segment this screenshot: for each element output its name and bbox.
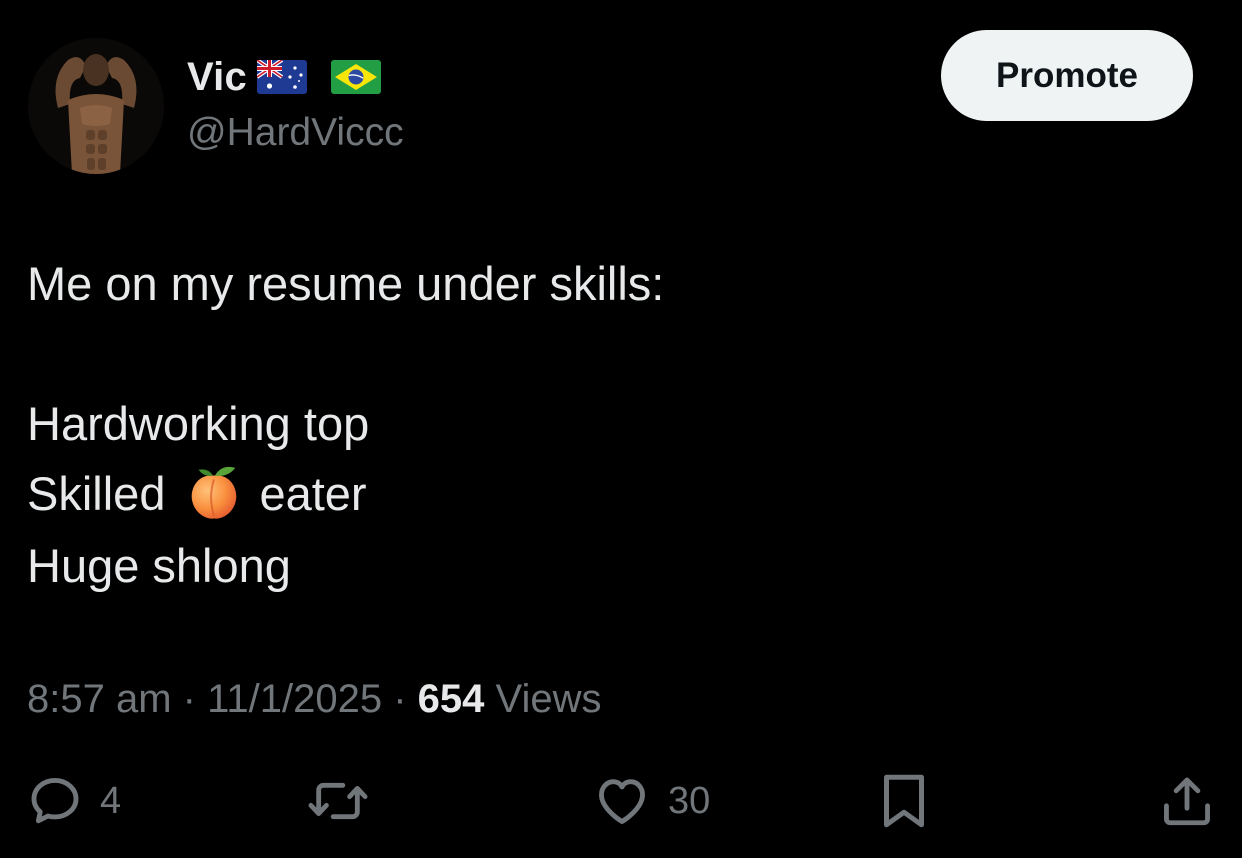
reply-count: 4 [100, 779, 122, 822]
tweet-text-line: Hardworking top [27, 396, 370, 450]
peach-emoji-icon [192, 466, 237, 519]
heart-icon [599, 779, 645, 824]
repost-button[interactable] [305, 770, 387, 832]
meta-separator: · [182, 677, 196, 721]
views-count[interactable]: 654 [418, 677, 485, 721]
australia-flag-icon [256, 60, 307, 94]
tweet-date[interactable]: 11/1/2025 [207, 677, 382, 721]
tweet-text-line: Huge shlong [27, 538, 291, 592]
share-icon [1164, 777, 1210, 826]
display-name-row: Vic [187, 52, 381, 102]
tweet-text-segment: Skilled [27, 466, 166, 520]
user-handle[interactable]: @HardViccc [187, 111, 404, 155]
repost-icon [308, 782, 368, 820]
tweet-time[interactable]: 8:57 am [27, 677, 172, 721]
promote-button[interactable]: Promote [941, 30, 1193, 121]
brazil-flag-icon [330, 60, 381, 94]
reply-button[interactable]: 4 [26, 770, 121, 832]
reply-icon [31, 778, 79, 824]
tweet-meta: 8:57 am · 11/1/2025 · 654 Views [27, 677, 602, 722]
tweet-text-line: Me on my resume under skills: [27, 256, 665, 310]
tweet-text-segment: eater [259, 466, 367, 520]
like-button[interactable]: 30 [592, 770, 710, 832]
avatar[interactable] [28, 38, 164, 174]
views-label[interactable]: Views [496, 677, 602, 721]
display-name[interactable]: Vic [187, 55, 247, 100]
like-count: 30 [668, 779, 711, 822]
bookmark-icon [884, 774, 924, 828]
tweet-text-line-with-emoji: Skilled eater [27, 464, 367, 522]
meta-separator: · [393, 677, 407, 721]
share-button[interactable] [1158, 770, 1216, 832]
avatar-photo [28, 38, 164, 174]
bookmark-button[interactable] [878, 770, 930, 832]
